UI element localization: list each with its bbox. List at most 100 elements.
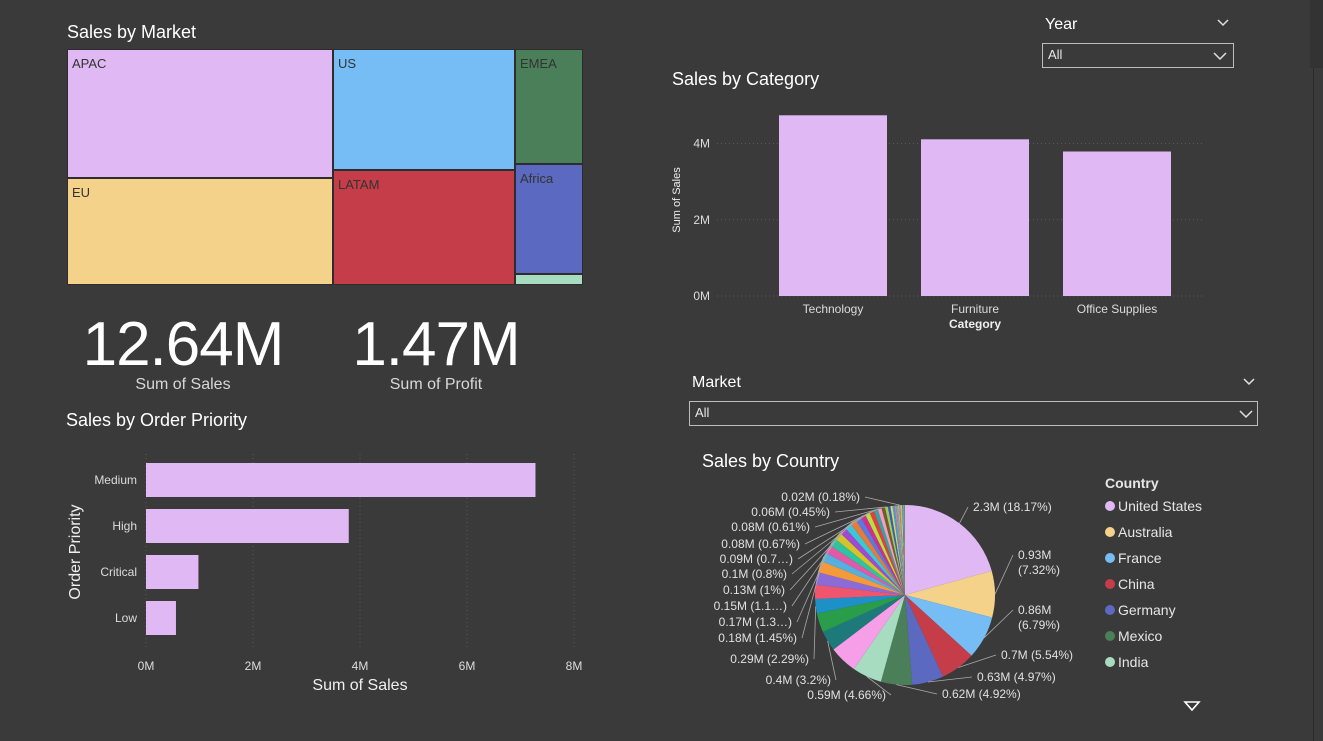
pie-leader-line [864,496,900,506]
x-tick-label: 6M [459,659,476,673]
market-slicer-dropdown[interactable]: All [689,401,1258,426]
pie-leader-line [813,606,817,660]
pie-data-label: 0.86M [1018,603,1051,617]
pie-data-label: 2.3M (18.17%) [973,500,1052,514]
category-bar[interactable] [779,115,887,296]
priority-bar-chart: 0M 2M 4M 6M 8M Medium High Critical Low Sum of Sa… [67,454,583,694]
legend-item[interactable]: Australia [1105,519,1265,545]
priority-bar[interactable] [146,555,199,589]
category-bar[interactable] [921,139,1029,296]
legend-swatch [1105,579,1115,589]
legend-label: India [1118,654,1149,670]
x-tick-label: 2M [245,659,262,673]
x-tick-label: Furniture [951,302,999,316]
kpi-sales-value: 12.64M [82,310,285,379]
treemap-tile-eu[interactable]: EU [67,178,333,285]
y-tick-label: High [112,519,137,533]
treemap-tile-label: EU [72,185,91,200]
pie-data-label: 0.93M [1018,548,1051,562]
pie-data-label: (6.79%) [1018,618,1060,632]
priority-bar[interactable] [146,463,536,497]
pie-leader-line [896,684,938,695]
kpi-card-sales: 12.64M Sum of Sales [78,314,288,394]
pie-data-label: 0.62M (4.92%) [942,687,1021,701]
legend-swatch [1105,605,1115,615]
market-slicer-label: Market [692,374,741,391]
legend-item[interactable]: Germany [1105,597,1265,623]
legend-label: Mexico [1118,628,1163,644]
pie-data-label: 0.7M (5.54%) [1001,648,1073,662]
treemap-tile-apac[interactable]: APAC [67,49,333,178]
treemap-tile-africa[interactable]: Africa [515,164,583,274]
treemap-tile-label: EMEA [520,56,557,71]
pie-data-label: 0.63M (4.97%) [977,670,1056,684]
treemap-tile-latam[interactable]: LATAM [333,170,515,285]
y-tick-label: Critical [100,565,137,579]
scroll-strip [1310,0,1323,68]
x-tick-label: 4M [352,659,369,673]
pie-data-label: 0.02M (0.18%) [781,490,860,504]
kpi-profit-value: 1.47M [352,310,520,379]
y-tick-label: Low [115,611,137,625]
treemap-tile-other[interactable] [515,274,583,285]
y-tick-label: 4M [693,137,710,151]
legend-label: Germany [1118,602,1176,618]
page-divider [1313,0,1314,741]
pie-data-label: 0.06M (0.45%) [751,505,830,519]
y-tick-label: 0M [693,289,710,303]
x-tick-label: 8M [566,659,583,673]
legend-label: France [1118,550,1162,566]
legend-item[interactable]: India [1105,649,1265,675]
market-slicer-collapse-icon[interactable] [1242,377,1256,387]
pie-data-label: 0.59M (4.66%) [807,688,886,702]
x-axis-title: Category [949,317,1001,331]
pie-data-label: 0.13M (1%) [723,583,785,597]
pie-data-label: 0.18M (1.45%) [718,631,797,645]
y-axis-title: Order Priority [67,504,84,599]
legend-item[interactable]: Mexico [1105,623,1265,649]
pie-data-label: 0.17M (1.3…) [719,615,792,629]
category-chart-title: Sales by Category [672,69,820,89]
market-treemap: APAC EU US LATAM EMEA Africa [67,49,583,285]
kpi-card-profit: 1.47M Sum of Profit [331,314,541,394]
legend-item[interactable]: United States [1105,493,1265,519]
country-legend: Country United States Australia France Chin… [1105,475,1265,675]
category-bar-chart: 0M 2M 4M Technology Furniture Office Supplies… [671,115,1205,331]
treemap-tile-emea[interactable]: EMEA [515,49,583,164]
legend-label: China [1118,576,1155,592]
legend-swatch [1105,527,1115,537]
pie-leader-line [994,554,1014,595]
year-slicer-label: Year [1045,16,1078,33]
legend-item[interactable]: China [1105,571,1265,597]
priority-chart-title: Sales by Order Priority [66,410,248,430]
market-slicer-value: All [695,405,710,420]
priority-bar[interactable] [146,509,349,543]
legend-swatch [1105,631,1115,641]
year-slicer-dropdown[interactable]: All [1042,43,1234,68]
y-axis-title: Sum of Sales [671,167,683,233]
pie-data-label: 0.08M (0.61%) [731,520,810,534]
market-chart-title: Sales by Market [67,22,197,42]
pie-data-label: (7.32%) [1018,563,1060,577]
pie-data-label: 0.29M (2.29%) [730,652,809,666]
pie-data-label: 0.1M (0.8%) [722,567,787,581]
treemap-tile-label: APAC [72,56,107,71]
legend-label: United States [1118,498,1203,514]
pie-leader-line [959,506,969,524]
legend-scroll-down-icon[interactable] [1183,700,1201,712]
priority-bar[interactable] [146,601,176,635]
legend-title: Country [1105,475,1159,491]
year-slicer-collapse-icon[interactable] [1216,18,1230,28]
chevron-down-icon [1213,52,1227,61]
category-bar[interactable] [1063,151,1171,296]
legend-label: Australia [1118,524,1173,540]
pie-data-label: 0.09M (0.7…) [720,552,793,566]
legend-item[interactable]: France [1105,545,1265,571]
legend-swatch [1105,501,1115,511]
legend-swatch [1105,657,1115,667]
treemap-tile-us[interactable]: US [333,49,515,170]
x-tick-label: Technology [803,302,864,316]
treemap-tile-label: US [338,56,357,71]
chevron-down-icon [1239,410,1253,419]
y-tick-label: Medium [94,473,137,487]
